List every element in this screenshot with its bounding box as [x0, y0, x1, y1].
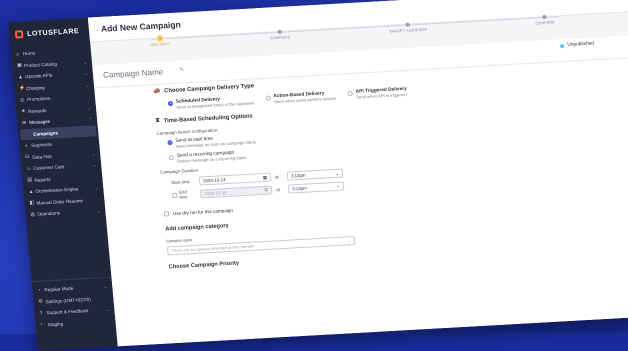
delivery-option-scheduled[interactable]: Scheduled Delivery Send at designated tim… [167, 95, 254, 110]
radio[interactable] [265, 95, 271, 101]
main-content: Add New Campaign DELIVERY COMPOSE TARGET… [87, 0, 628, 347]
megaphone-icon: 📣 [152, 88, 161, 96]
sidebar-item-label: Segments [31, 141, 53, 149]
chevron-down-icon: ⌄ [85, 82, 90, 88]
step-dot-icon [277, 29, 283, 34]
step-label: COMPOSE [269, 35, 291, 41]
step-label: DELIVERY [150, 41, 171, 48]
step-compose[interactable]: COMPOSE [249, 25, 310, 41]
page-title: Add New Campaign [100, 19, 182, 34]
chevron-down-icon: ⌄ [83, 59, 88, 65]
start-time-value: 3:13pm [290, 172, 306, 179]
end-time-value: 3:13pm [291, 185, 307, 191]
chevron-down-icon: ⌄ [103, 284, 108, 290]
step-label: CONFIRM [535, 20, 555, 26]
sidebar-item-label: Customer Care [33, 164, 65, 172]
chevron-down-icon: ⌄ [334, 170, 340, 176]
calendar-icon: ▦ [263, 186, 269, 192]
step-delivery[interactable]: DELIVERY [130, 32, 191, 48]
campaign-card: Campaign Name ✎ Unpublished 📣 Choose Camp… [92, 34, 628, 347]
delivery-type-title: Choose Campaign Delivery Type [164, 82, 255, 94]
chevron-down-icon: ⌄ [336, 182, 341, 188]
step-dot-icon [542, 14, 547, 20]
radio[interactable] [168, 154, 175, 161]
sidebar-item-label: Regular Mode [44, 286, 74, 293]
status-dot-icon [560, 43, 565, 48]
edit-icon[interactable]: ✎ [179, 66, 185, 73]
sidebar-item-label: Product Catalog [23, 61, 58, 68]
status-text: Unpublished [567, 41, 595, 48]
sidebar-item-label: Promotions [26, 96, 51, 103]
sidebar-item-label: Support & Feedback [46, 308, 89, 316]
brand-name: LOTUSFLARE [26, 27, 80, 38]
radio[interactable] [347, 90, 354, 97]
radio-selected[interactable] [167, 100, 174, 107]
scheduling-title: Time-Based Scheduling Options [163, 112, 253, 124]
at-label: at [274, 174, 279, 180]
sidebar-item-label: Data Hub [32, 153, 52, 160]
chevron-down-icon: ⌄ [92, 162, 97, 168]
chevron-down-icon: ⌄ [94, 185, 99, 191]
end-date-value: 2024-10-15 [203, 189, 227, 196]
start-date-value: 2024-10-14 [202, 177, 226, 184]
end-time-select[interactable]: 3:13pm ⌄ [287, 181, 345, 194]
dry-run-checkbox[interactable] [163, 211, 170, 217]
step-target-audience[interactable]: TARGET AUDIENCE [377, 18, 438, 34]
sidebar-item-label: Staging [47, 321, 64, 328]
end-date-input[interactable]: 2024-10-15 ▦ [199, 185, 273, 199]
campaign-name[interactable]: Campaign Name [103, 67, 164, 79]
sidebar-item-label: Messages [28, 119, 51, 126]
chevron-down-icon: ⌄ [91, 151, 96, 157]
dry-run-label: Use dry run for this campaign [172, 207, 234, 217]
delivery-option-api-triggered[interactable]: API Triggered Delivery Send when API is t… [347, 87, 408, 100]
chevron-down-icon: ⌄ [105, 307, 110, 313]
chevron-down-icon: ⌄ [84, 70, 89, 77]
end-time-label: End time [178, 189, 188, 200]
sidebar-footer: ◔ Regular Mode ⌄ ⚙ Settings (GMT+02:00) ? Su… [31, 276, 116, 331]
step-label: TARGET AUDIENCE [388, 27, 428, 34]
step-dot-icon [157, 36, 163, 41]
sidebar-item-label: Rewards [27, 107, 47, 114]
delivery-option-action-based[interactable]: Action-Based Delivery Send when users per… [265, 91, 336, 105]
sidebar-item-label: Operate APIs [24, 72, 53, 80]
delivery-form: 📣 Choose Campaign Delivery Type Scheduled… [152, 71, 468, 271]
sidebar-item-label: Campaigns [33, 130, 59, 137]
start-date-input[interactable]: 2024-10-14 ▦ [198, 172, 272, 186]
end-time-checkbox[interactable] [172, 192, 178, 198]
sidebar-item-label: Charging [25, 84, 45, 91]
step-dot-icon [405, 22, 410, 27]
chevron-up-icon: ⌃ [88, 116, 93, 122]
sidebar-item-label: Reports [34, 176, 51, 183]
sidebar-item-label: Operations [37, 210, 61, 217]
category-placeholder: There are no options selected at the mom… [171, 243, 255, 254]
calendar-icon: ▦ [262, 174, 268, 180]
step-confirm[interactable]: CONFIRM [514, 10, 575, 26]
brand-logo[interactable]: LOTUSFLARE [8, 18, 90, 45]
at-label: at [275, 186, 281, 192]
radio-selected[interactable] [167, 140, 173, 146]
app-window: LOTUSFLARE ⌂ Home ▣ Product Catalog ⌄ ▲ Oper… [8, 0, 628, 351]
sidebar-item-label: Orchestration Engine [35, 186, 79, 194]
sidebar-nav: ⌂ Home ▣ Product Catalog ⌄ ▲ Operate APIs ⌄ ⚡… [10, 44, 106, 220]
chevron-down-icon: ⌄ [87, 105, 92, 111]
sidebar-item-label: Home [22, 50, 36, 57]
chevron-down-icon: ⌄ [347, 238, 352, 244]
chevron-down-icon: ⌄ [96, 208, 101, 214]
hourglass-icon: ⧗ [155, 117, 160, 124]
start-time-select[interactable]: 3:13pm ⌄ [286, 168, 344, 181]
status-badge: Unpublished [560, 41, 594, 48]
sidebar-item-label: Manual Order Resume [36, 197, 84, 206]
sidebar-item-label: Settings (GMT+02:00) [45, 296, 91, 305]
lotusflare-logo-icon [14, 30, 24, 39]
start-time-label: Start time [170, 179, 191, 186]
end-time-toggle[interactable]: End time [172, 189, 197, 200]
